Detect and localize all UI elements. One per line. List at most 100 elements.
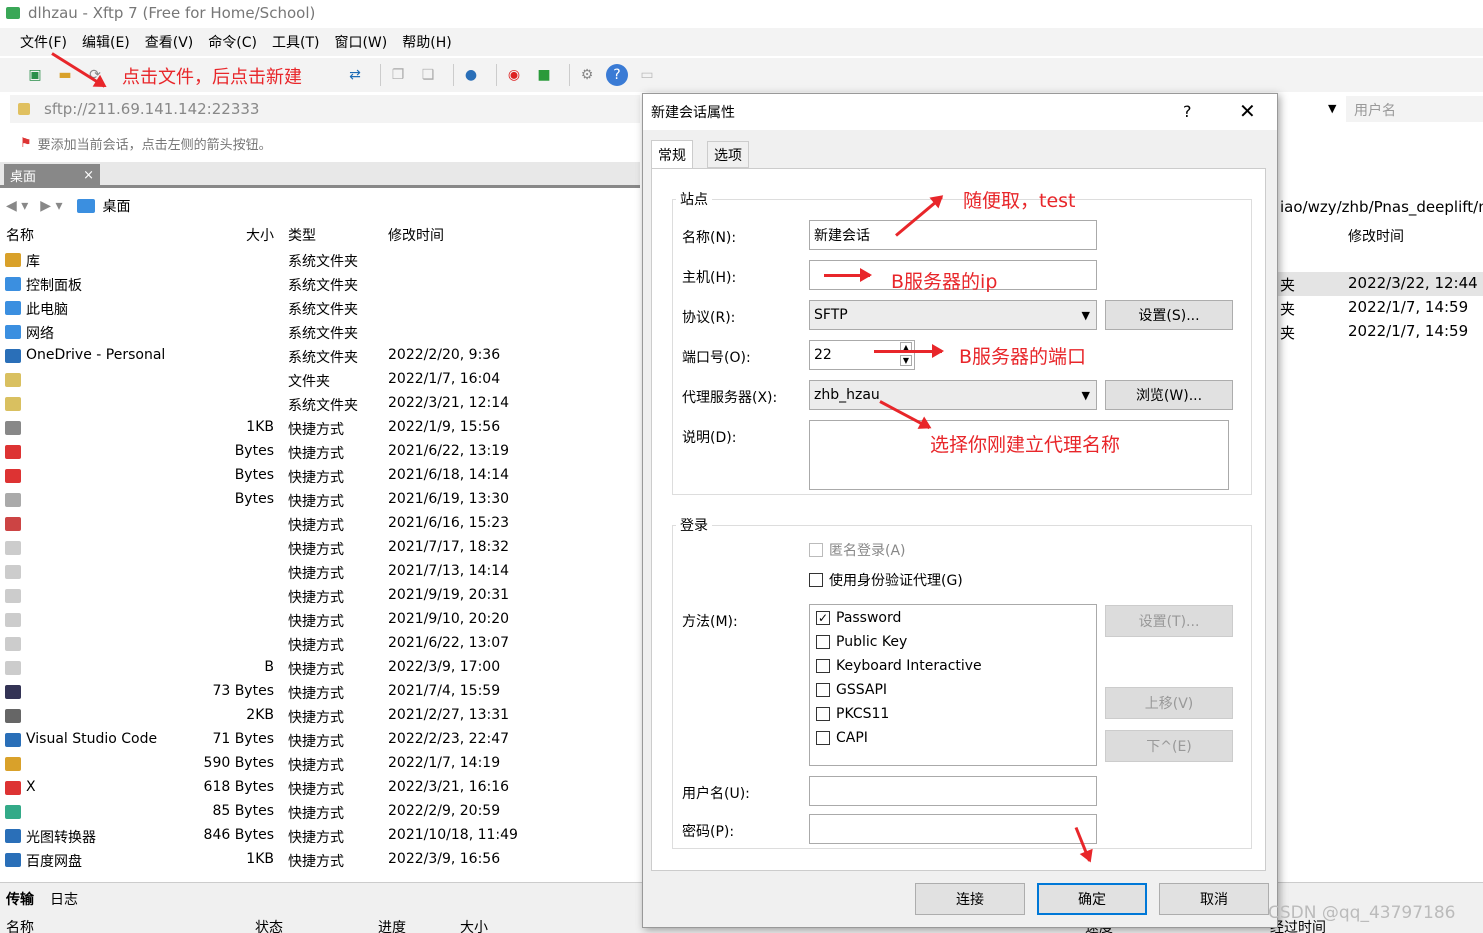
port-stepper[interactable]: 22 ▲ ▼ <box>809 340 915 370</box>
remote-col-modified[interactable]: 修改时间 <box>1348 226 1404 246</box>
remote-row-0-modified: 2022/3/22, 12:44 <box>1348 274 1478 292</box>
gear-icon[interactable]: ⚙ <box>576 64 598 86</box>
table-row[interactable]: Visual Studio Code 71 Bytes 快捷方式 2022/2/23,… <box>0 728 640 752</box>
table-row[interactable]: 库 系统文件夹 <box>0 248 640 272</box>
move-down-button[interactable]: 下^(E) <box>1105 730 1233 762</box>
table-row[interactable]: 590 Bytes 快捷方式 2022/1/7, 14:19 <box>0 752 640 776</box>
table-row[interactable]: 73 Bytes 快捷方式 2021/7/4, 15:59 <box>0 680 640 704</box>
table-row[interactable]: 系统文件夹 2022/3/21, 12:14 <box>0 392 640 416</box>
table-row[interactable]: Bytes 快捷方式 2021/6/19, 13:30 <box>0 488 640 512</box>
table-row[interactable]: 快捷方式 2021/9/10, 20:20 <box>0 608 640 632</box>
protocol-select[interactable]: SFTP ▼ <box>809 300 1097 330</box>
copy-icon[interactable]: ❐ <box>387 64 409 86</box>
menu-view[interactable]: 查看(V) <box>145 32 194 52</box>
table-row[interactable]: 2KB 快捷方式 2021/2/27, 13:31 <box>0 704 640 728</box>
anon-login-checkbox[interactable]: 匿名登录(A) <box>809 540 906 560</box>
back-arrow-icon[interactable]: ◀ ▾ <box>6 198 28 214</box>
table-row[interactable]: B 快捷方式 2022/3/9, 17:00 <box>0 656 640 680</box>
menu-file[interactable]: 文件(F) <box>20 32 67 52</box>
username-input[interactable] <box>809 776 1097 806</box>
chat-icon[interactable]: ▭ <box>636 64 658 86</box>
table-row[interactable]: OneDrive - Personal 系统文件夹 2022/2/20, 9:36 <box>0 344 640 368</box>
table-row[interactable]: 快捷方式 2021/6/22, 13:07 <box>0 632 640 656</box>
method-checkbox-pkcs11[interactable]: PKCS11 <box>816 706 889 722</box>
tab-close-icon[interactable]: × <box>83 168 94 183</box>
forward-arrow-icon[interactable]: ▶ ▾ <box>40 198 62 214</box>
method-checkbox-public-key[interactable]: Public Key <box>816 634 907 650</box>
file-name: OneDrive - Personal <box>26 347 166 363</box>
tab-log[interactable]: 日志 <box>50 889 78 909</box>
dialog-help-button[interactable]: ? <box>1183 102 1192 121</box>
method-settings-button[interactable]: 设置(T)... <box>1105 605 1233 637</box>
new-session-icon[interactable]: ▣ <box>24 64 46 86</box>
move-up-button[interactable]: 上移(V) <box>1105 687 1233 719</box>
xftp-icon[interactable]: ■ <box>533 64 555 86</box>
table-row[interactable]: 85 Bytes 快捷方式 2022/2/9, 20:59 <box>0 800 640 824</box>
table-row[interactable]: 此电脑 系统文件夹 <box>0 296 640 320</box>
remote-dropdown-arrow-icon[interactable]: ▼ <box>1328 102 1336 115</box>
table-row[interactable]: 光图转换器 846 Bytes 快捷方式 2021/10/18, 11:49 <box>0 824 640 848</box>
table-row[interactable]: 文件夹 2022/1/7, 16:04 <box>0 368 640 392</box>
file-type: 快捷方式 <box>288 422 344 438</box>
menu-edit[interactable]: 编辑(E) <box>82 32 130 52</box>
table-row[interactable]: 快捷方式 2021/7/17, 18:32 <box>0 536 640 560</box>
file-icon <box>5 661 21 675</box>
tcol-status[interactable]: 状态 <box>255 917 283 933</box>
menu-window[interactable]: 窗口(W) <box>334 32 387 52</box>
dialog-close-button[interactable]: ✕ <box>1239 99 1256 123</box>
table-row[interactable]: X 618 Bytes 快捷方式 2022/3/21, 16:16 <box>0 776 640 800</box>
tab-desktop[interactable]: 桌面 × <box>4 164 100 186</box>
name-input[interactable]: 新建会话 <box>809 220 1097 250</box>
bookmark-flag-icon[interactable]: ⚑ <box>20 136 32 151</box>
tab-options[interactable]: 选项 <box>707 141 749 168</box>
lock-icon <box>18 103 30 115</box>
proxy-select[interactable]: zhb_hzau ▼ <box>809 380 1097 410</box>
table-row[interactable]: 百度网盘 1KB 快捷方式 2022/3/9, 16:56 <box>0 848 640 872</box>
table-row[interactable]: 网络 系统文件夹 <box>0 320 640 344</box>
help-icon[interactable]: ? <box>606 64 628 86</box>
protocol-settings-button[interactable]: 设置(S)... <box>1105 300 1233 330</box>
ok-button[interactable]: 确定 <box>1037 883 1147 915</box>
table-row[interactable]: 快捷方式 2021/7/13, 14:14 <box>0 560 640 584</box>
tcol-size[interactable]: 大小 <box>460 917 488 933</box>
menu-command[interactable]: 命令(C) <box>208 32 257 52</box>
table-row[interactable]: 快捷方式 2021/9/19, 20:31 <box>0 584 640 608</box>
file-size: 85 Bytes <box>212 803 274 819</box>
table-row[interactable]: 控制面板 系统文件夹 <box>0 272 640 296</box>
file-type: 快捷方式 <box>288 542 344 558</box>
col-modified[interactable]: 修改时间 <box>388 225 444 245</box>
spin-down-icon[interactable]: ▼ <box>899 355 912 366</box>
menu-tools[interactable]: 工具(T) <box>272 32 319 52</box>
remote-path[interactable]: iao/wzy/zhb/Pnas_deeplift/n <box>1280 198 1483 216</box>
remote-row-1-modified: 2022/1/7, 14:59 <box>1348 298 1469 316</box>
method-checkbox-keyboard-interactive[interactable]: Keyboard Interactive <box>816 658 982 674</box>
tcol-name[interactable]: 名称 <box>6 917 34 933</box>
agent-checkbox[interactable]: 使用身份验证代理(G) <box>809 570 963 590</box>
globe-icon[interactable]: ● <box>460 64 482 86</box>
address-bar[interactable]: sftp://211.69.141.142:22333 <box>10 95 640 123</box>
method-checkbox-capi[interactable]: CAPI <box>816 730 868 746</box>
file-modified: 2022/3/21, 16:16 <box>388 779 510 795</box>
remote-username-field[interactable]: 用户名 <box>1346 96 1483 122</box>
tab-general[interactable]: 常规 <box>651 140 693 168</box>
transfer-icon[interactable]: ⇄ <box>344 64 366 86</box>
connect-button[interactable]: 连接 <box>915 883 1025 915</box>
proxy-browse-button[interactable]: 浏览(W)... <box>1105 380 1233 410</box>
table-row[interactable]: Bytes 快捷方式 2021/6/18, 14:14 <box>0 464 640 488</box>
col-name[interactable]: 名称 <box>6 225 34 245</box>
tab-transfer[interactable]: 传输 <box>6 889 34 909</box>
tcol-progress[interactable]: 进度 <box>378 917 406 933</box>
table-row[interactable]: 快捷方式 2021/6/16, 15:23 <box>0 512 640 536</box>
paste-icon[interactable]: ❏ <box>417 64 439 86</box>
method-checkbox-password[interactable]: ✓ Password <box>816 610 901 626</box>
xshell-icon[interactable]: ◉ <box>503 64 525 86</box>
local-path[interactable]: 桌面 <box>76 196 131 216</box>
method-checkbox-gssapi[interactable]: GSSAPI <box>816 682 887 698</box>
password-input[interactable] <box>809 814 1097 844</box>
table-row[interactable]: 1KB 快捷方式 2022/1/9, 15:56 <box>0 416 640 440</box>
col-type[interactable]: 类型 <box>288 225 316 245</box>
menu-help[interactable]: 帮助(H) <box>402 32 451 52</box>
table-row[interactable]: Bytes 快捷方式 2021/6/22, 13:19 <box>0 440 640 464</box>
col-size[interactable]: 大小 <box>246 225 274 245</box>
cancel-button[interactable]: 取消 <box>1159 883 1269 915</box>
